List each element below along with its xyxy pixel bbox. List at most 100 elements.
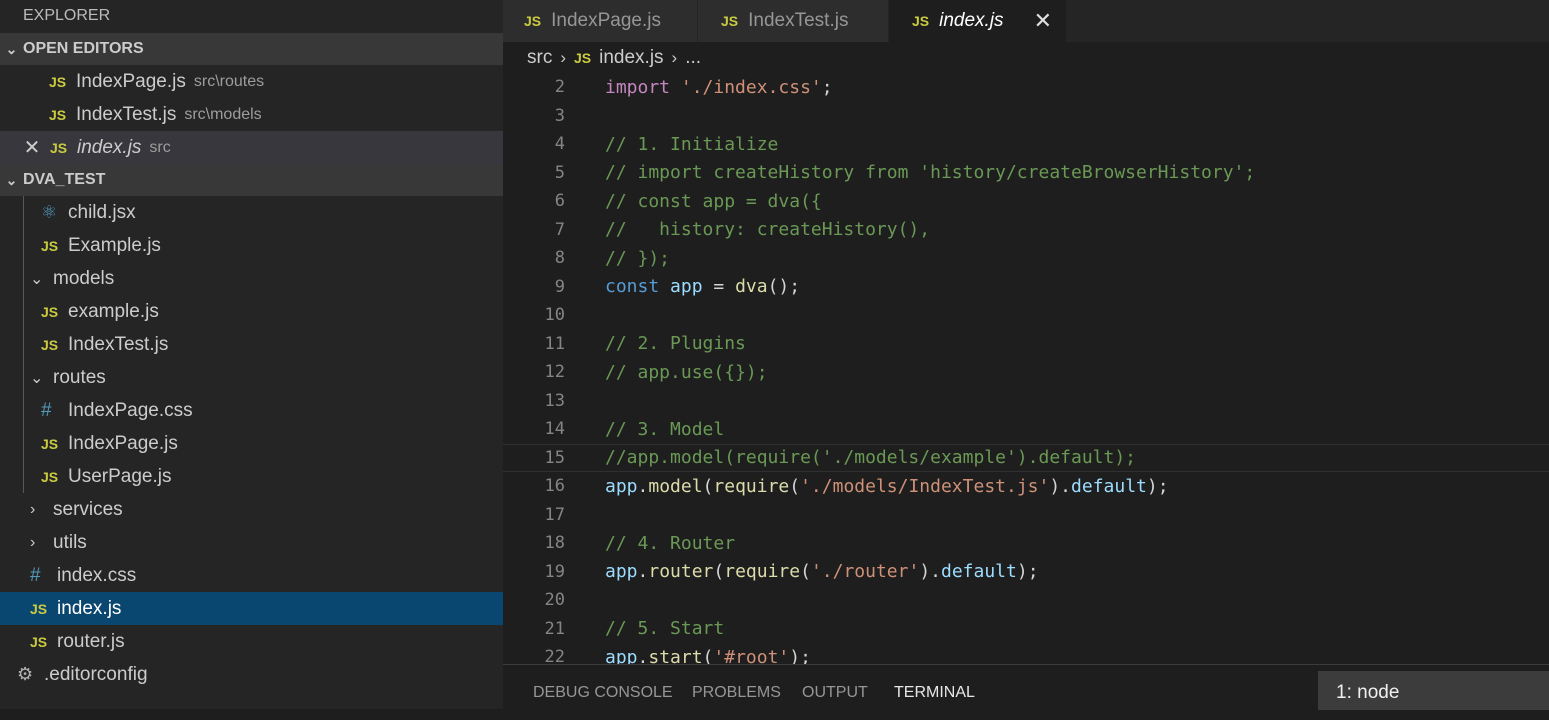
line-number: 7	[554, 219, 565, 240]
tree-item-indexpage-js[interactable]: JS IndexPage.js	[0, 427, 503, 460]
tree-item-editorconfig[interactable]: ⚙ .editorconfig	[0, 658, 503, 691]
code-line[interactable]: 16 app.model(require('./models/IndexTest.…	[503, 472, 1549, 500]
open-editor-path: src\models	[184, 105, 262, 123]
line-number: 11	[544, 333, 565, 354]
react-icon: ⚛	[41, 202, 58, 222]
code-line[interactable]: 15 //app.model(require('./models/example'…	[503, 443, 1549, 472]
tree-item-label: routes	[53, 366, 106, 388]
tab-indextest-js[interactable]: JS IndexTest.js	[698, 0, 888, 42]
code-text: import './index.css';	[605, 76, 833, 98]
open-editors-header[interactable]: ⌄ OPEN EDITORS	[0, 33, 503, 65]
line-number: 18	[544, 533, 565, 553]
code-line[interactable]: 12 // app.use({});	[503, 358, 1549, 386]
code-text: // });	[605, 247, 671, 269]
tab-index-js[interactable]: JS index.js ✕	[889, 0, 1066, 42]
tree-item-userpage-js[interactable]: JS UserPage.js	[0, 460, 503, 493]
tree-item-index-js[interactable]: JS index.js	[0, 592, 503, 625]
code-line[interactable]: 6 // const app = dva({	[503, 187, 1549, 215]
tree-folder-routes[interactable]: ⌄ routes	[0, 361, 503, 394]
tree-item-label: utils	[53, 531, 87, 553]
code-line[interactable]: 9 const app = dva();	[503, 273, 1549, 301]
tree-item-label: UserPage.js	[68, 465, 172, 487]
project-label: DVA_TEST	[23, 171, 106, 188]
code-line[interactable]: 2 import './index.css';	[503, 74, 1549, 101]
breadcrumb-more[interactable]: ...	[685, 47, 701, 69]
line-number: 13	[544, 390, 565, 411]
js-file-icon: JS	[574, 50, 592, 66]
tree-folder-services[interactable]: › services	[0, 493, 503, 526]
open-editor-name: index.js	[77, 136, 142, 158]
project-header[interactable]: ⌄ DVA_TEST	[0, 164, 503, 196]
tree-item-index-css[interactable]: # index.css	[0, 559, 503, 592]
tree-item-label: child.jsx	[68, 201, 136, 223]
code-text: // import createHistory from 'history/cr…	[605, 162, 1256, 183]
code-line[interactable]: 11 // 2. Plugins	[503, 330, 1549, 358]
js-file-icon: JS	[41, 435, 59, 452]
tree-item-label: IndexTest.js	[68, 333, 169, 355]
code-line[interactable]: 21 // 5. Start	[503, 615, 1549, 643]
tree-item-label: IndexPage.css	[68, 399, 193, 421]
line-number: 5	[554, 162, 565, 183]
tab-debug-console[interactable]: DEBUG CONSOLE	[533, 665, 673, 709]
code-text: // 2. Plugins	[605, 333, 746, 354]
tree-item-label: index.css	[57, 564, 137, 586]
tab-label: IndexTest.js	[748, 10, 849, 31]
css-icon: #	[30, 564, 41, 586]
close-icon[interactable]: ✕	[20, 135, 44, 160]
code-line[interactable]: 18 // 4. Router	[503, 529, 1549, 557]
open-editor-item[interactable]: JS IndexPage.js src\routes	[0, 65, 503, 98]
line-number: 2	[554, 77, 565, 97]
chevron-down-icon: ⌄	[5, 41, 18, 57]
file-tree: ⚛ child.jsx JS Example.js ⌄ models JS ex…	[0, 196, 503, 691]
line-number: 15	[544, 447, 565, 468]
chevron-right-icon: ›	[560, 48, 566, 67]
js-file-icon: JS	[912, 13, 930, 29]
code-line[interactable]: 20	[503, 586, 1549, 614]
code-editor[interactable]: 2 import './index.css'; 3 4 // 1. Initialize…	[503, 74, 1549, 664]
tree-item-router-js[interactable]: JS router.js	[0, 625, 503, 658]
line-number: 8	[554, 248, 565, 268]
breadcrumb-folder[interactable]: src	[527, 47, 552, 69]
tab-output[interactable]: OUTPUT	[802, 665, 868, 709]
tree-item-indextest-js[interactable]: JS IndexTest.js	[0, 328, 503, 361]
close-icon[interactable]: ✕	[1034, 8, 1052, 34]
tree-item-label: router.js	[57, 630, 125, 652]
js-file-icon: JS	[721, 13, 739, 29]
js-file-icon: JS	[49, 106, 67, 123]
code-line[interactable]: 14 // 3. Model	[503, 415, 1549, 443]
tab-label: IndexPage.js	[551, 10, 661, 31]
tree-folder-models[interactable]: ⌄ models	[0, 262, 503, 295]
code-text: const app = dva();	[605, 276, 801, 297]
breadcrumb-file[interactable]: index.js	[599, 47, 663, 69]
code-line[interactable]: 7 // history: createHistory(),	[503, 216, 1549, 244]
tree-item-child-jsx[interactable]: ⚛ child.jsx	[0, 196, 503, 229]
open-editor-item-active[interactable]: ✕ JS index.js src	[0, 131, 503, 164]
open-editor-item[interactable]: JS IndexTest.js src\models	[0, 98, 503, 131]
tree-item-indexpage-css[interactable]: # IndexPage.css	[0, 394, 503, 427]
editor-tabs: JS IndexPage.js JS IndexTest.js JS index…	[503, 0, 1549, 42]
code-line[interactable]: 4 // 1. Initialize	[503, 130, 1549, 158]
tab-terminal[interactable]: TERMINAL	[894, 665, 975, 709]
terminal-select[interactable]: 1: node	[1318, 671, 1549, 710]
code-line[interactable]: 8 // });	[503, 244, 1549, 272]
tree-item-example-js[interactable]: JS Example.js	[0, 229, 503, 262]
code-line[interactable]: 17	[503, 501, 1549, 529]
tree-item-label: index.js	[57, 597, 122, 619]
code-line[interactable]: 5 // import createHistory from 'history/c…	[503, 159, 1549, 187]
tab-indexpage-js[interactable]: JS IndexPage.js	[503, 0, 697, 42]
open-editors-label: OPEN EDITORS	[23, 40, 144, 57]
code-text: // 3. Model	[605, 418, 725, 440]
line-number: 3	[554, 105, 565, 126]
code-text: // const app = dva({	[605, 190, 822, 212]
line-number: 22	[544, 647, 565, 664]
js-file-icon: JS	[30, 633, 48, 650]
code-line[interactable]: 10	[503, 301, 1549, 329]
code-line[interactable]: 3	[503, 102, 1549, 130]
tab-problems[interactable]: PROBLEMS	[692, 665, 781, 709]
tree-item-example-js-models[interactable]: JS example.js	[0, 295, 503, 328]
code-line[interactable]: 22 app.start('#root');	[503, 643, 1549, 665]
code-line[interactable]: 19 app.router(require('./router').default…	[503, 558, 1549, 586]
explorer-title: EXPLORER	[23, 7, 111, 24]
tree-folder-utils[interactable]: › utils	[0, 526, 503, 559]
code-line[interactable]: 13	[503, 387, 1549, 415]
